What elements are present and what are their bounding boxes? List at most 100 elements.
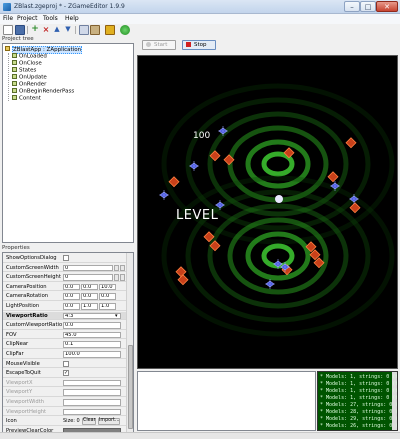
property-vector-field[interactable]: 0.0 [63, 283, 80, 291]
property-vector-field[interactable]: 0.0 [99, 293, 116, 300]
property-label: ViewportRatio [6, 312, 48, 319]
property-row: ViewportY [3, 388, 127, 397]
console-line: * Models: 26, strings: 0 (f: 13 [320, 423, 398, 429]
console-output[interactable]: * Models: 1, strings: 0 (f: 69) * Models:… [317, 371, 398, 431]
new-file-icon[interactable] [3, 25, 13, 35]
minimize-button[interactable]: – [344, 1, 360, 12]
property-vector-field[interactable]: 0.0 [63, 303, 80, 310]
icon-clear-button[interactable]: Clear [82, 418, 96, 425]
menu-help[interactable]: Help [65, 15, 79, 22]
left-pane: Project tree ZBlastApp : ZApplication On… [2, 36, 134, 438]
log-pane[interactable] [137, 371, 316, 431]
move-down-icon[interactable]: ▼ [63, 25, 73, 35]
tree-item-onclose[interactable]: OnClose [12, 60, 42, 67]
window-title: ZBlast.zgeproj * - ZGameEditor 1.9.9 [14, 3, 125, 10]
property-value-field[interactable]: 0.0 [63, 322, 121, 329]
level-text: LEVEL [176, 208, 219, 223]
close-button[interactable]: ✕ [376, 1, 398, 12]
icon-import-button[interactable]: Import... [98, 418, 120, 425]
score-text: 100 [193, 131, 211, 141]
application-icon [5, 46, 10, 51]
viewport-ratio-select[interactable]: 4:3 [63, 312, 121, 320]
copy-icon[interactable] [79, 25, 89, 35]
chevron-down-icon[interactable]: ▾ [115, 313, 118, 319]
player-ship [275, 195, 283, 203]
property-checkbox[interactable] [63, 360, 69, 367]
console-line: * Models: 1, strings: 0 (f: 69) [320, 395, 398, 401]
move-up-icon[interactable]: ▲ [52, 25, 62, 35]
add-icon[interactable]: + [30, 25, 40, 35]
folder-icon [12, 53, 17, 58]
folder-icon [12, 95, 17, 100]
property-value-field[interactable]: 0 [63, 274, 113, 281]
property-vector-field[interactable]: 1.0 [81, 303, 98, 310]
property-vector-field[interactable]: 1.0 [99, 303, 116, 310]
start-button[interactable]: Start [142, 40, 176, 50]
lock-icon[interactable] [105, 25, 115, 35]
property-label: Icon [6, 418, 17, 425]
menu-bar: File Project Tools Help [0, 14, 400, 24]
property-label: CameraPosition [6, 283, 47, 290]
property-value-field[interactable]: 45.0 [63, 331, 121, 339]
property-vector-field[interactable]: 0.0 [81, 283, 98, 291]
folder-icon [12, 74, 17, 79]
console-line: * Models: 29, strings: 0 (f: 13 [320, 416, 398, 422]
status-bar [0, 432, 400, 439]
property-label: FOV [6, 331, 17, 338]
title-bar: ZBlast.zgeproj * - ZGameEditor 1.9.9 – □… [0, 0, 400, 14]
spin-down-button[interactable] [114, 274, 119, 281]
save-icon[interactable] [15, 25, 25, 35]
property-checkbox[interactable] [63, 255, 69, 261]
property-row: FOV 45.0 [3, 331, 127, 340]
property-value-field[interactable]: 0.1 [63, 341, 121, 348]
menu-project[interactable]: Project [17, 15, 38, 22]
tree-item-onrender[interactable]: OnRender [12, 81, 46, 88]
console-line: * Models: 1, strings: 0 (f: 69) [320, 381, 398, 387]
tree-item-onloaded[interactable]: OnLoaded [12, 53, 47, 60]
property-vector-field[interactable]: 10.0 [99, 283, 116, 291]
menu-file[interactable]: File [3, 15, 13, 22]
icon-size-label: Size: 0 [63, 418, 80, 425]
run-icon[interactable] [120, 25, 130, 35]
property-value-field[interactable]: 100.0 [63, 351, 121, 358]
menu-tools[interactable]: Tools [43, 15, 58, 22]
property-vector-field[interactable]: 0.0 [63, 293, 80, 300]
property-row: CameraRotation 0.0 0.0 0.0 [3, 292, 127, 301]
property-row: Icon Size: 0 Clear Import... [3, 417, 127, 426]
property-label: ClipFar [6, 351, 24, 357]
tree-item-states[interactable]: States [12, 67, 36, 74]
property-row: ShowOptionsDialog [3, 254, 127, 263]
paste-icon[interactable] [90, 25, 100, 35]
property-checkbox[interactable]: ✓ [63, 370, 69, 377]
property-row: ViewportWidth [3, 398, 127, 407]
game-preview[interactable]: 100 LEVEL [137, 55, 398, 369]
property-label: CustomScreenWidth [6, 264, 59, 271]
property-label: ViewportWidth [6, 399, 45, 405]
property-label: MouseVisible [6, 360, 40, 367]
project-tree[interactable]: ZBlastApp : ZApplication OnLoaded OnClos… [2, 43, 134, 243]
properties-title: Properties [2, 245, 30, 251]
spin-up-button[interactable] [120, 274, 125, 281]
property-vector-field[interactable]: 0.0 [81, 293, 98, 300]
property-value-field [63, 389, 121, 396]
spin-up-button[interactable] [120, 264, 125, 272]
property-value-field [63, 399, 121, 406]
property-label: LightPosition [6, 303, 40, 309]
property-value-field [63, 408, 121, 416]
properties-grid: PreviewClearColor Icon Size: 0 Clear Import.… [2, 252, 134, 438]
tree-item-application[interactable]: ZBlastApp : ZApplication [5, 45, 83, 54]
stop-button[interactable]: Stop [182, 40, 216, 50]
tree-item-content[interactable]: Content [12, 95, 41, 102]
property-value-field[interactable]: 0 [63, 264, 113, 272]
delete-icon[interactable]: × [41, 25, 51, 35]
scrollbar-thumb[interactable] [128, 345, 133, 429]
maximize-button[interactable]: □ [360, 1, 376, 12]
toolbar-separator [27, 26, 28, 34]
spin-down-button[interactable] [114, 264, 119, 272]
tree-item-onbeginrenderpass[interactable]: OnBeginRenderPass [12, 88, 74, 95]
tree-connector [8, 53, 9, 101]
properties-scrollbar[interactable] [126, 253, 133, 437]
tree-item-onupdate[interactable]: OnUpdate [12, 74, 47, 81]
property-row: CameraPosition 0.0 0.0 10.0 [3, 283, 127, 292]
property-row: CustomScreenWidth 0 [3, 264, 127, 273]
